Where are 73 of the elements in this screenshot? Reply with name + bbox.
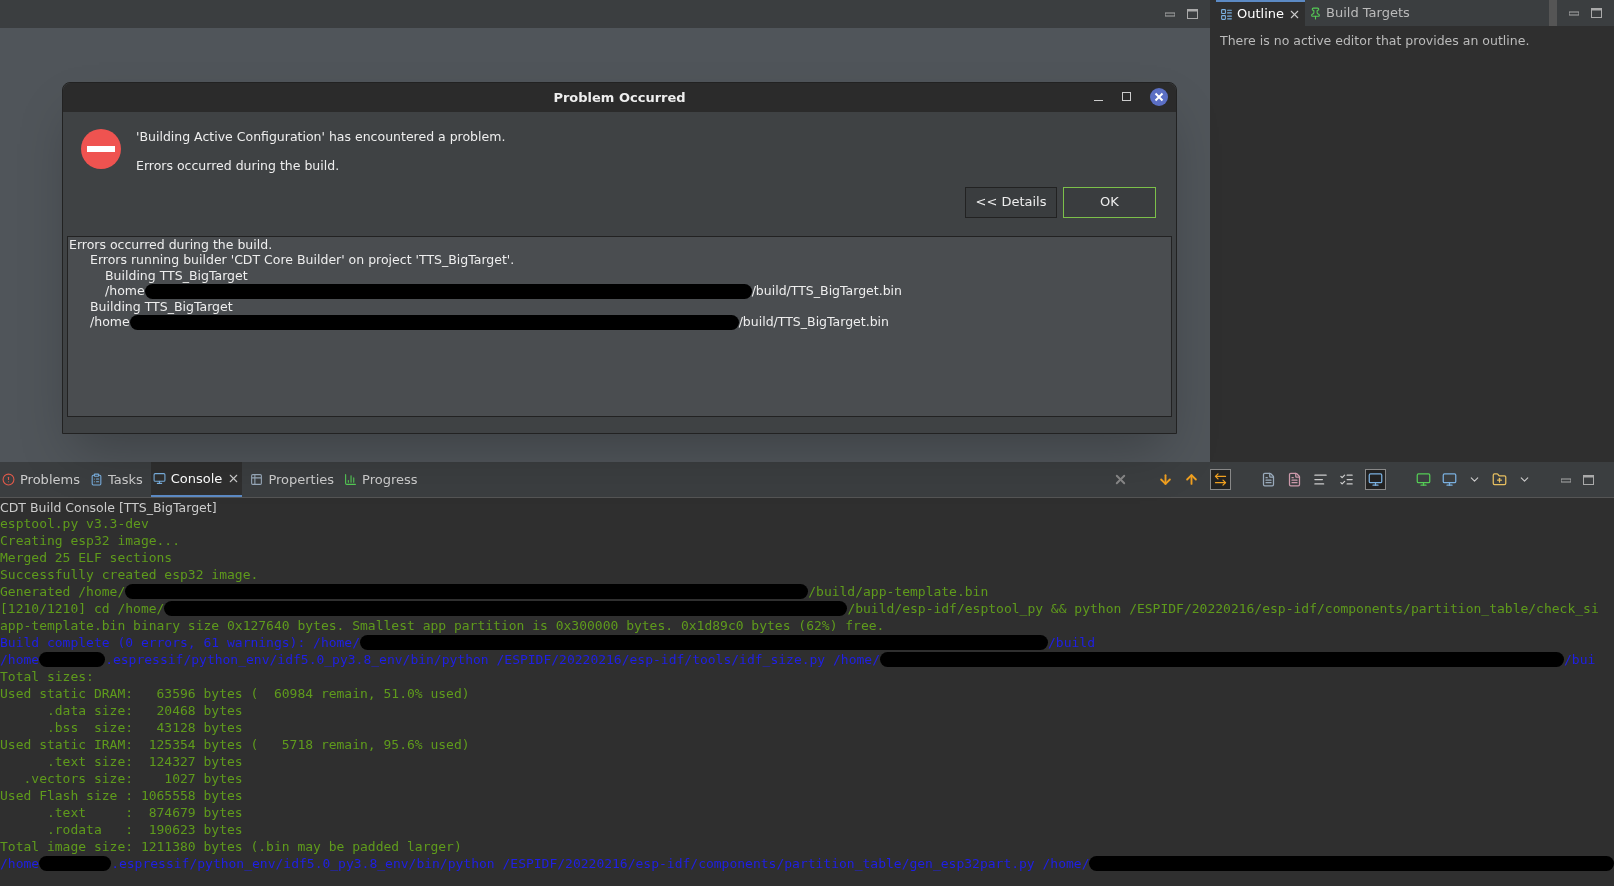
close-button[interactable]: [1150, 88, 1168, 106]
log-text: Successfully created esp32 image.: [0, 566, 259, 583]
log-text: /build/app-template.bin: [808, 583, 989, 600]
maximize-icon[interactable]: [1122, 92, 1132, 102]
log-text: [1210/1210] cd /home/: [0, 600, 165, 617]
view-tab[interactable]: Outline: [1216, 0, 1306, 26]
view-tab[interactable]: Tasks: [87, 462, 145, 497]
clipboard-icon: [89, 473, 103, 486]
alert-icon: [2, 473, 15, 486]
error-message: 'Building Active Configuration' has encountered a problem.: [136, 128, 506, 146]
document-icon[interactable]: [1261, 472, 1276, 487]
error-icon: [81, 129, 121, 169]
log-text: .data size: 20468 bytes: [45, 702, 243, 719]
document-icon[interactable]: [1287, 472, 1302, 487]
scrollbar[interactable]: [1549, 0, 1557, 26]
dialog-button[interactable]: OK: [1063, 186, 1156, 218]
dialog-button[interactable]: << Details: [965, 186, 1057, 218]
log-text: .vectors size: 1027 bytes: [22, 770, 243, 787]
log-text: .rodata : 190623 bytes: [45, 821, 243, 838]
log-text: /home: [0, 855, 40, 872]
console-title: CDT Build Console [TTS_BigTarget]: [0, 500, 218, 515]
outline-icon: [1220, 7, 1233, 21]
maximize-icon[interactable]: [1591, 8, 1602, 18]
dialog-title: Problem Occurred: [553, 88, 686, 107]
detail-text: /home: [90, 314, 130, 332]
folder-icon[interactable]: [1492, 472, 1507, 487]
lines-icon[interactable]: [1313, 472, 1328, 487]
log-text: Total sizes:: [0, 668, 94, 685]
view-tab[interactable]: Properties: [248, 462, 337, 497]
log-text: Used static IRAM: 125354 bytes ( 5718 remain, 95.6% used): [0, 736, 470, 753]
monitor-toggle[interactable]: [1365, 469, 1386, 490]
log-text: app-template.bin binary size 0x127640 bytes. Smallest app partition is 0x300000 bytes. 0x1d89c0 bytes (62%) free.: [0, 617, 885, 634]
log-text: esptool.py v3.3-dev: [0, 515, 149, 532]
view-tab[interactable]: Build Targets: [1305, 0, 1414, 26]
log-text: /build: [1048, 634, 1095, 651]
log-text: Merged 25 ELF sections: [0, 549, 173, 566]
error-detail: Errors occurred during the build.: [136, 156, 341, 175]
log-text: Used Flash size : 1065558 bytes: [0, 787, 243, 804]
log-text: Creating esp32 image...: [0, 532, 180, 549]
redaction-bar: [39, 652, 106, 667]
log-text: .text size: 124327 bytes: [45, 753, 243, 770]
detail-text: /build/TTS_BigTarget.bin: [738, 313, 889, 332]
log-text: Build complete (0 errors, 61 warnings): /home/: [0, 634, 361, 651]
maximize-icon[interactable]: [1583, 474, 1594, 485]
log-text: .text : 874679 bytes: [45, 804, 243, 821]
detail-text: Errors occurred during the build.: [69, 235, 273, 254]
table-icon: [250, 473, 264, 486]
outline-message: There is no active editor that provides an outline.: [1219, 32, 1531, 50]
log-text: /bui: [1564, 651, 1596, 668]
log-text: Generated /home/: [0, 583, 126, 600]
maximize-icon[interactable]: [1187, 9, 1198, 19]
log-text: .espressif/python_env/idf5.0_py3.8_env/bin/python /ESPIDF/20220216/esp-idf/tools/idf_size.py /home/: [105, 651, 880, 668]
view-tab[interactable]: Problems: [0, 462, 82, 497]
log-text: .espressif/python_env/idf5.0_py3.8_env/bin/python /ESPIDF/20220216/esp-idf/components/partition_table/gen_esp32part.py /home/: [111, 855, 1090, 872]
monitor-icon[interactable]: [1416, 472, 1431, 487]
bar-chart-icon: [344, 473, 358, 486]
view-tab[interactable]: Progress: [342, 462, 420, 497]
list-icon[interactable]: [1339, 472, 1354, 487]
monitor-icon: [152, 472, 166, 485]
log-text: .bss size: 43128 bytes: [45, 719, 243, 736]
arrow-down-icon[interactable]: [1158, 472, 1173, 487]
clear-icon[interactable]: [1113, 472, 1128, 487]
log-text: Total image size: 1211380 bytes (.bin may be padded larger): [0, 838, 462, 855]
detail-text: Building TTS_BigTarget: [105, 267, 248, 285]
log-text: Used static DRAM: 63596 bytes ( 60984 remain, 51.0% used): [0, 685, 470, 702]
view-tab[interactable]: Console: [150, 462, 243, 497]
detail-text: Errors running builder 'CDT Core Builder' on project 'TTS_BigTarget'.: [90, 252, 515, 270]
monitor-icon[interactable]: [1442, 472, 1457, 487]
target-icon: [1309, 6, 1323, 20]
detail-text: /build/TTS_BigTarget.bin: [751, 282, 902, 301]
log-text: /build/esp-idf/esptool_py && python /ESPIDF/20220216/esp-idf/components/partition_table/check_si: [847, 600, 1599, 617]
swap-toggle[interactable]: [1210, 469, 1231, 490]
log-text: /home: [0, 651, 40, 668]
